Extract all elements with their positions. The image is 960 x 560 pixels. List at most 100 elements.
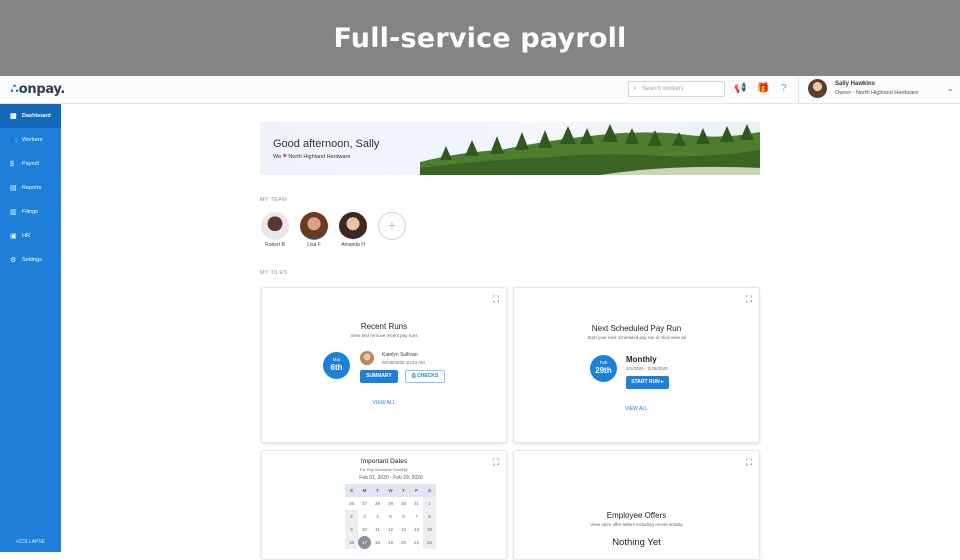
expand-icon[interactable]: ⛶ <box>493 294 499 305</box>
checks-button[interactable]: ⎙ CHECKS <box>405 370 445 383</box>
sidebar-item-label: Dashboard <box>22 113 51 119</box>
calendar-day[interactable]: 19 <box>384 536 397 549</box>
calendar-day[interactable]: 20 <box>397 536 410 549</box>
start-run-button[interactable]: START RUN ▸ <box>626 376 669 389</box>
calendar-day[interactable]: 29 <box>384 497 397 510</box>
team-member-name: Robert B <box>265 242 285 248</box>
user-menu[interactable]: Sally Hawkins Owner - North Highland Har… <box>798 76 960 104</box>
add-team-member-button[interactable]: + <box>378 212 406 240</box>
card-title: Employee Offers <box>606 511 667 520</box>
expand-icon[interactable]: ⛶ <box>746 294 752 305</box>
calendar-week: 16 17 18 19 20 21 22 <box>345 536 437 549</box>
card-subtitle: For Pay Schedule 'Monthly' <box>359 467 409 472</box>
calendar-day[interactable]: 7 <box>410 510 423 523</box>
calendar: Feb 01, 2020 - Feb 29, 2020 S M T W T F … <box>345 475 437 549</box>
calendar-day[interactable]: 5 <box>384 510 397 523</box>
calendar-day[interactable]: 2 <box>345 510 358 523</box>
summary-button[interactable]: SUMMARY <box>360 370 398 383</box>
calendar-day[interactable]: 30 <box>397 497 410 510</box>
sidebar-item-payroll[interactable]: $ Payroll <box>0 152 61 176</box>
weekday: M <box>358 484 371 497</box>
sidebar-item-dashboard[interactable]: ▦ Dashboard <box>0 104 61 128</box>
calendar-day[interactable]: 3 <box>358 510 371 523</box>
search-icon: ⌕ <box>633 85 637 92</box>
avatar[interactable] <box>339 212 367 240</box>
calendar-day[interactable]: 11 <box>371 523 384 536</box>
banner-title: Full-service payroll <box>333 22 627 54</box>
calendar-day[interactable]: 16 <box>345 536 358 549</box>
help-icon[interactable]: ? <box>781 83 787 94</box>
avatar[interactable] <box>300 212 328 240</box>
onpay-logo[interactable]: ∴onpay. <box>10 82 65 97</box>
calendar-day[interactable]: 12 <box>384 523 397 536</box>
card-title: Next Scheduled Pay Run <box>591 324 682 333</box>
calendar-day[interactable]: 14 <box>410 523 423 536</box>
calendar-day-selected[interactable]: 17 <box>358 536 371 549</box>
card-subtitle: View and remove recent pay runs <box>350 333 418 338</box>
sidebar-item-workers[interactable]: 👥 Workers <box>0 128 61 152</box>
calendar-day[interactable]: 1 <box>423 497 436 510</box>
calendar-weekdays: S M T W T F S <box>345 484 437 497</box>
user-name: Sally Hawkins <box>835 81 876 87</box>
view-all-link[interactable]: VIEW ALL <box>514 406 759 412</box>
filings-icon: ▥ <box>10 209 17 216</box>
card-title: Recent Runs <box>360 322 408 331</box>
avatar[interactable] <box>261 212 289 240</box>
greeting-subtext: We ♥ North Highland Hardware <box>273 153 350 160</box>
calendar-day[interactable]: 6 <box>397 510 410 523</box>
greeting-banner: Good afternoon, Sally We ♥ North Highlan… <box>260 122 760 175</box>
calendar-day[interactable]: 13 <box>397 523 410 536</box>
dashboard-icon: ▦ <box>10 113 17 120</box>
forest-illustration <box>420 124 760 175</box>
calendar-day[interactable]: 27 <box>358 497 371 510</box>
pay-frequency: Monthly <box>626 355 657 364</box>
calendar-day[interactable]: 21 <box>410 536 423 549</box>
company-text: North Highland Hardware <box>288 154 351 160</box>
calendar-day[interactable]: 8 <box>423 510 436 523</box>
sidebar-item-label: Payroll <box>22 161 39 167</box>
collapse-button[interactable]: «COLLAPSE <box>0 539 61 545</box>
sidebar-item-label: HR <box>22 233 30 239</box>
important-dates-card: ⛶ Important Dates For Pay Schedule 'Mont… <box>261 450 507 560</box>
payroll-icon: $ <box>10 160 14 168</box>
calendar-day[interactable]: 10 <box>358 523 371 536</box>
title-banner: Full-service payroll <box>0 0 960 76</box>
expand-icon[interactable]: ⛶ <box>746 457 752 468</box>
sidebar-item-filings[interactable]: ▥ Filings <box>0 200 61 224</box>
weekday: S <box>423 484 436 497</box>
chevron-down-icon[interactable]: ⌄ <box>947 84 954 93</box>
weekday: T <box>397 484 410 497</box>
calendar-day[interactable]: 15 <box>423 523 436 536</box>
calendar-day[interactable]: 26 <box>345 497 358 510</box>
hr-icon: ▣ <box>10 233 17 240</box>
user-company: Owner - North Highland Hardware <box>835 90 919 96</box>
empty-state-text: Nothing Yet <box>612 537 661 548</box>
sidebar: ▦ Dashboard 👥 Workers $ Payroll ▤ Reports ▥ F… <box>0 104 61 552</box>
calendar-day[interactable]: 18 <box>371 536 384 549</box>
calendar-day[interactable]: 28 <box>371 497 384 510</box>
sidebar-item-label: Settings <box>22 257 42 263</box>
run-person: Katelyn Sullivan <box>382 352 418 358</box>
run-datetime: 02/28/2020 10:24 AM <box>382 360 425 365</box>
megaphone-icon[interactable]: 📢 <box>734 83 746 94</box>
search-input[interactable]: ⌕ Search workers <box>628 81 725 97</box>
calendar-day[interactable]: 31 <box>410 497 423 510</box>
weekday: T <box>371 484 384 497</box>
badge-month: Feb <box>599 360 608 365</box>
calendar-day[interactable]: 4 <box>371 510 384 523</box>
avatar <box>360 351 374 365</box>
view-all-link[interactable]: VIEW ALL <box>262 400 506 406</box>
sidebar-item-hr[interactable]: ▣ HR <box>0 224 61 248</box>
pay-date-badge: Mar 6th <box>323 352 350 379</box>
avatar <box>808 79 827 98</box>
gift-icon[interactable]: 🎁 <box>757 83 769 94</box>
weekday: F <box>410 484 423 497</box>
sidebar-item-settings[interactable]: ⚙ Settings <box>0 248 61 272</box>
logo-text: onpay. <box>18 82 66 97</box>
reports-icon: ▤ <box>10 185 17 192</box>
recent-runs-card: ⛶ Recent Runs View and remove recent pay… <box>261 287 507 443</box>
sidebar-item-reports[interactable]: ▤ Reports <box>0 176 61 200</box>
sidebar-item-label: Reports <box>22 185 42 191</box>
calendar-day[interactable]: 9 <box>345 523 358 536</box>
calendar-day[interactable]: 22 <box>423 536 436 549</box>
